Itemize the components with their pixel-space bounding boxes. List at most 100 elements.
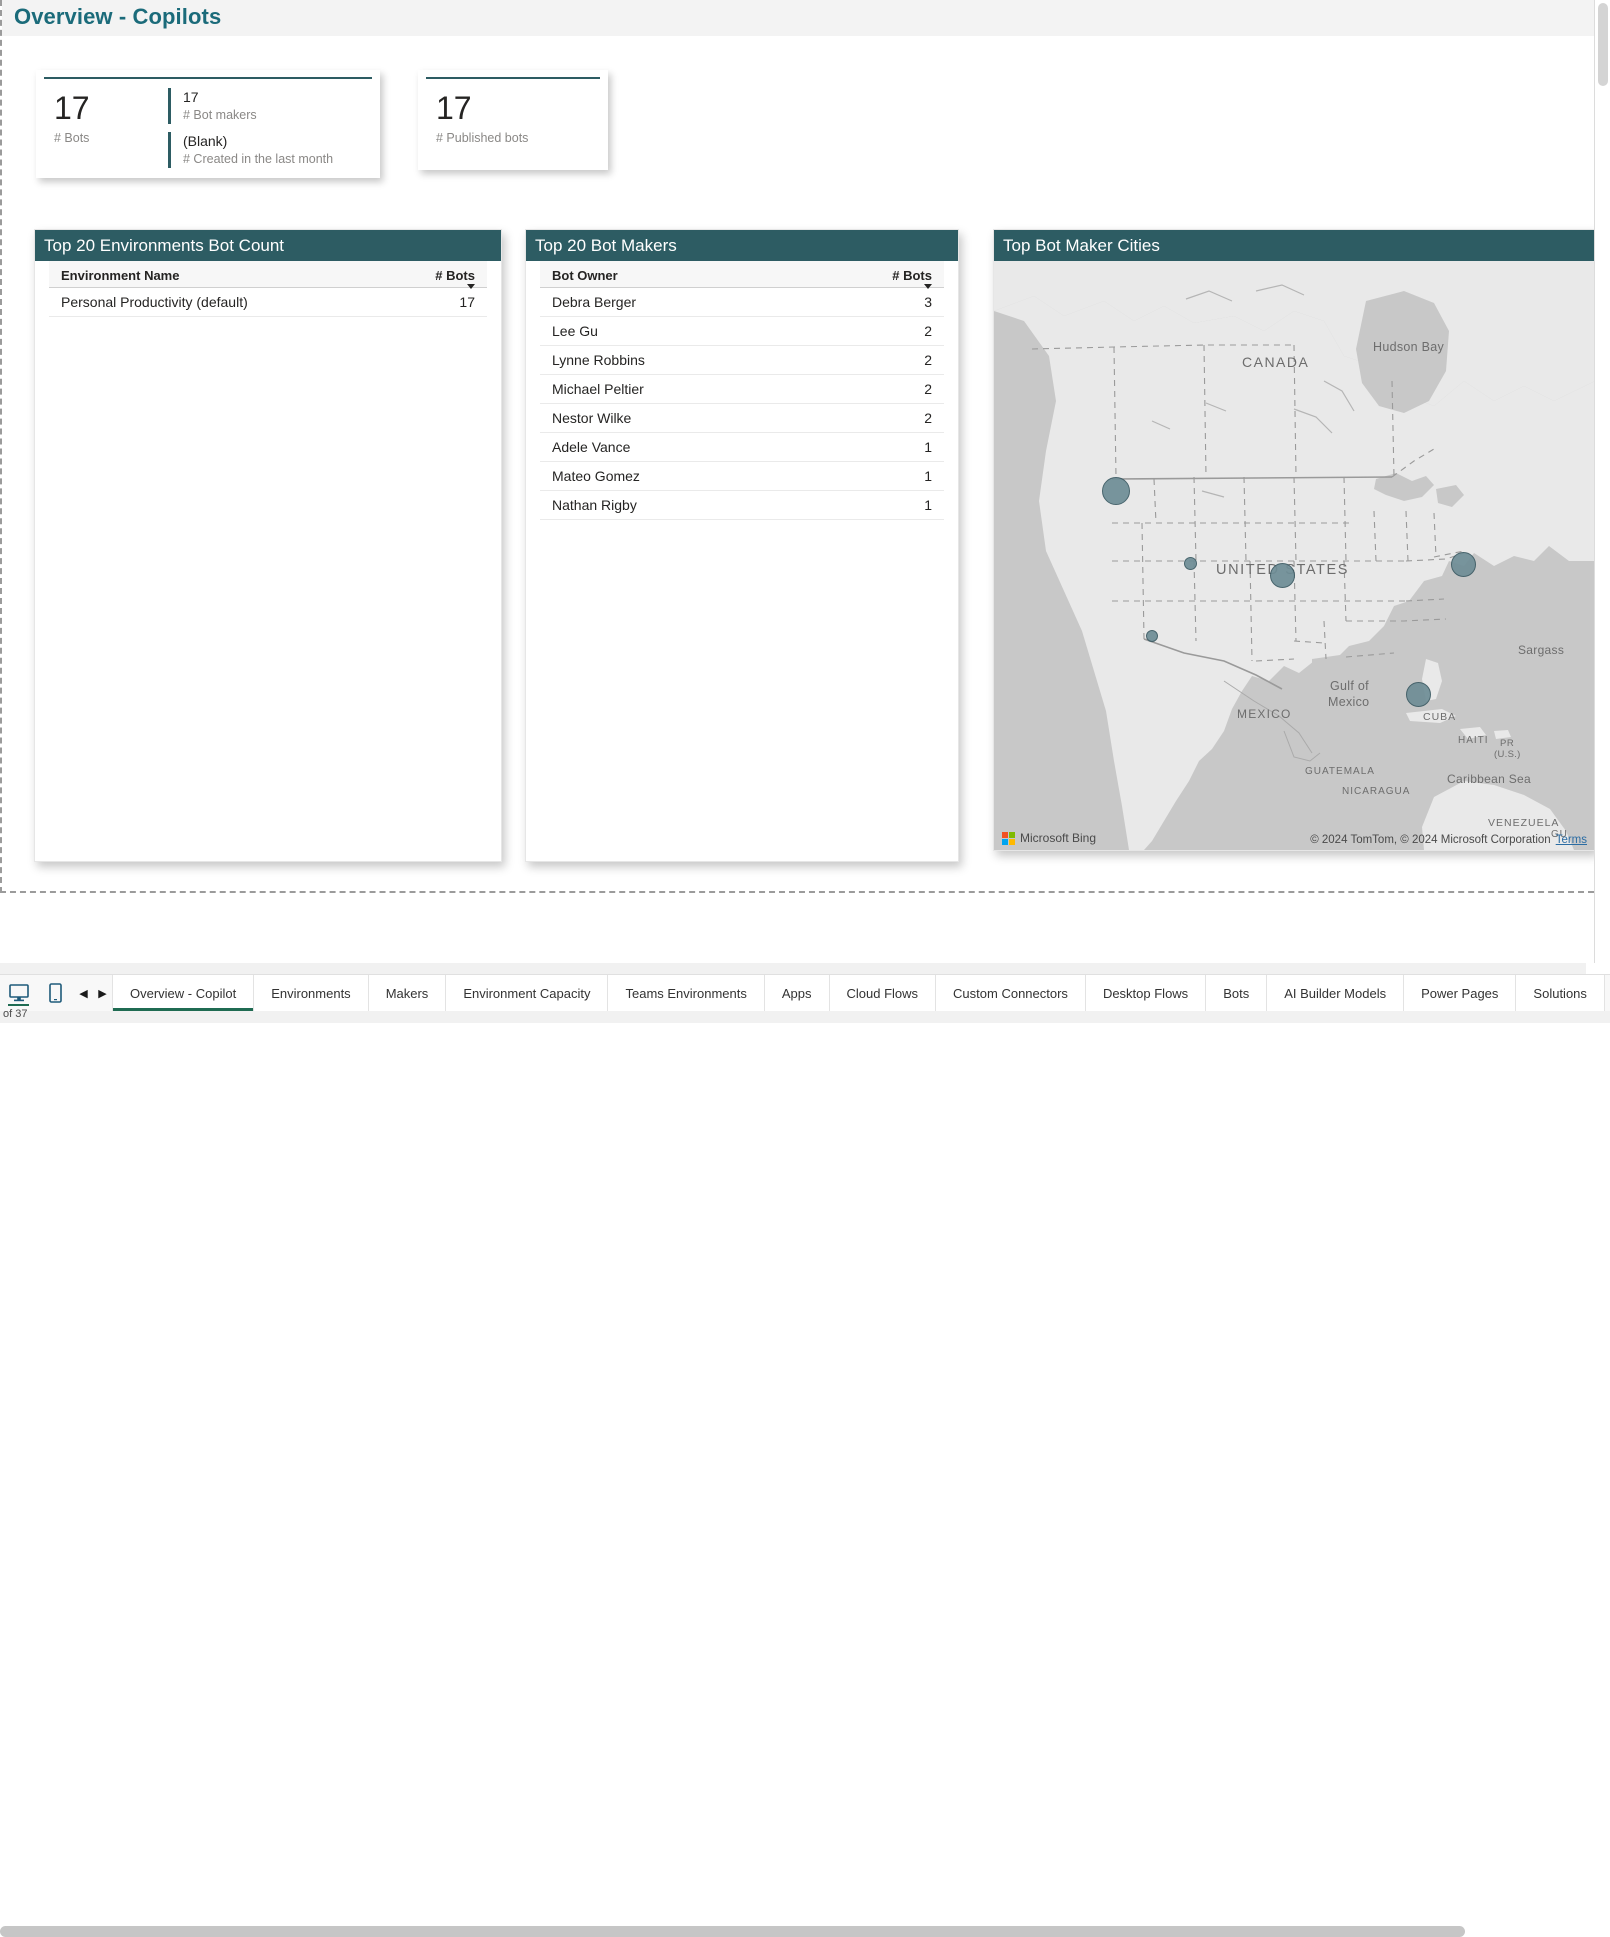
panel-environments-bot-count: Top 20 Environments Bot Count Environmen… <box>34 229 502 862</box>
environments-table-body: Personal Productivity (default) 17 <box>49 287 487 317</box>
table-row[interactable]: Debra Berger 3 <box>540 287 944 317</box>
map-attribution: © 2024 TomTom, © 2024 Microsoft Corporat… <box>1310 834 1587 846</box>
map-attribution-text: © 2024 TomTom, © 2024 Microsoft Corporat… <box>1310 834 1551 846</box>
page-title-band: Overview - Copilots <box>2 0 1596 36</box>
kpi-card-published-bots[interactable]: 17 # Published bots <box>418 70 608 170</box>
kpi-bot-makers[interactable]: 17 # Bot makers <box>168 88 257 124</box>
kpi-card-bots[interactable]: 17 # Bots 17 # Bot makers (Blank) # Crea… <box>36 70 380 178</box>
status-bar-text: of 37 <box>3 1008 28 1020</box>
microsoft-bing-logo[interactable]: Microsoft Bing <box>1002 831 1096 845</box>
cell-bot-owner: Michael Peltier <box>540 374 872 404</box>
cell-botmaker-bots: 2 <box>872 403 944 433</box>
view-desktop-active-underline <box>8 1003 29 1006</box>
sort-descending-icon <box>924 284 932 289</box>
status-bar: of 37 <box>0 1008 1610 1023</box>
previous-page-button[interactable]: ◀ <box>74 975 93 1011</box>
page-title: Overview - Copilots <box>14 4 222 29</box>
map-bubble-kansas[interactable] <box>1269 562 1295 588</box>
cell-bot-owner: Nestor Wilke <box>540 403 872 433</box>
botmakers-table: Bot Owner # Bots Debra Berger 3 Lee Gu 2 Lyn… <box>540 261 944 520</box>
report-tab-teams-environments[interactable]: Teams Environments <box>608 975 765 1011</box>
cell-environment-name: Personal Productivity (default) <box>49 287 409 317</box>
table-row[interactable]: Michael Peltier 2 <box>540 374 944 404</box>
col-botmaker-bots-label: # Bots <box>892 268 932 283</box>
table-row[interactable]: Lynne Robbins 2 <box>540 345 944 375</box>
bing-logo-icon <box>1002 831 1015 845</box>
environments-table-wrap: Environment Name # Bots Personal Product… <box>35 261 501 317</box>
cell-bot-owner: Lynne Robbins <box>540 345 872 375</box>
report-tab-makers[interactable]: Makers <box>368 975 447 1011</box>
map-canvas[interactable]: CANADA Hudson Bay UNITED STATES MEXICO Gulf … <box>994 261 1595 850</box>
report-canvas: Overview - Copilots 17 # Bots 17 # Bot m… <box>0 0 1596 893</box>
panel-bot-maker-cities: Top Bot Maker Cities CANADA Hudson Bay U… <box>993 229 1596 851</box>
cell-bot-owner: Debra Berger <box>540 287 872 317</box>
bing-logo-label: Microsoft Bing <box>1020 831 1097 845</box>
botmakers-table-body: Debra Berger 3 Lee Gu 2 Lynne Robbins 2 Michae… <box>540 287 944 520</box>
report-tab-custom-connectors[interactable]: Custom Connectors <box>936 975 1086 1011</box>
view-mobile-button[interactable] <box>37 975 74 1011</box>
map-bubble-denver[interactable] <box>1183 556 1197 570</box>
table-row[interactable]: Mateo Gomez 1 <box>540 461 944 491</box>
table-row[interactable]: Nestor Wilke 2 <box>540 403 944 433</box>
cell-botmaker-bots: 2 <box>872 345 944 375</box>
vertical-scrollbar-thumb[interactable] <box>1598 3 1608 86</box>
vertical-scrollbar-track[interactable] <box>1594 0 1610 963</box>
cell-botmaker-bots: 1 <box>872 461 944 491</box>
cell-botmaker-bots: 1 <box>872 432 944 462</box>
table-row[interactable]: Personal Productivity (default) 17 <box>49 287 487 317</box>
kpi-card-accent-line <box>44 77 372 79</box>
report-tab-apps[interactable]: Apps <box>764 975 830 1011</box>
map-terms-link[interactable]: Terms <box>1556 834 1587 846</box>
table-header-row: Bot Owner # Bots <box>540 261 944 289</box>
report-tab-solutions[interactable]: Solutions <box>1516 975 1605 1011</box>
cell-botmaker-bots: 3 <box>872 287 944 317</box>
cell-bot-owner: Lee Gu <box>540 316 872 346</box>
horizontal-scrollbar-track[interactable] <box>0 963 1586 1937</box>
report-tab-overview-copilot[interactable]: Overview - Copilot <box>112 975 255 1011</box>
map-geometry <box>994 261 1595 850</box>
panel-bot-makers-title: Top 20 Bot Makers <box>526 230 958 261</box>
map-bubble-san-diego[interactable] <box>1146 630 1158 642</box>
panel-bot-makers: Top 20 Bot Makers Bot Owner # Bots Debra… <box>525 229 959 862</box>
col-environment-name[interactable]: Environment Name <box>49 261 409 288</box>
environments-table: Environment Name # Bots Personal Product… <box>49 261 487 317</box>
table-row[interactable]: Lee Gu 2 <box>540 316 944 346</box>
report-tab-bots[interactable]: Bots <box>1206 975 1268 1011</box>
report-tab-ai-builder-models[interactable]: AI Builder Models <box>1267 975 1405 1011</box>
col-environment-bots[interactable]: # Bots <box>409 261 487 289</box>
kpi-created-last-month[interactable]: (Blank) # Created in the last month <box>168 132 333 168</box>
next-page-button[interactable]: ▶ <box>93 975 112 1011</box>
kpi-created-last-month-label: # Created in the last month <box>183 151 334 166</box>
panel-environments-title: Top 20 Environments Bot Count <box>35 230 501 261</box>
cell-bot-owner: Adele Vance <box>540 432 872 462</box>
report-tab-power-pages[interactable]: Power Pages <box>1404 975 1517 1011</box>
report-tab-cloud-flows[interactable]: Cloud Flows <box>829 975 937 1011</box>
map-bubble-seattle[interactable] <box>1102 477 1130 505</box>
map-bubble-new-york[interactable] <box>1450 551 1476 577</box>
col-bot-owner[interactable]: Bot Owner <box>540 261 872 288</box>
tabs-container: Overview - Copilot Environments Makers Envi… <box>112 975 1605 1011</box>
kpi-bots-value: 17 <box>54 90 90 126</box>
col-botmaker-bots[interactable]: # Bots <box>872 261 944 289</box>
map-bubble-miami[interactable] <box>1405 681 1431 707</box>
phone-icon <box>49 983 62 1003</box>
report-tab-environments[interactable]: Environments <box>254 975 369 1011</box>
table-row[interactable]: Nathan Rigby 1 <box>540 490 944 520</box>
cell-botmaker-bots: 2 <box>872 374 944 404</box>
report-tab-desktop-flows[interactable]: Desktop Flows <box>1085 975 1207 1011</box>
kpi-bot-makers-label: # Bot makers <box>183 107 257 122</box>
table-row[interactable]: Adele Vance 1 <box>540 432 944 462</box>
kpi-published-bots-value: 17 <box>436 90 472 126</box>
report-tab-environment-capacity[interactable]: Environment Capacity <box>446 975 609 1011</box>
botmakers-table-wrap: Bot Owner # Bots Debra Berger 3 Lee Gu 2 Lyn… <box>526 261 958 520</box>
view-desktop-button[interactable] <box>0 975 37 1011</box>
table-header-row: Environment Name # Bots <box>49 261 487 289</box>
desktop-icon <box>8 984 29 1002</box>
cell-environment-bots: 17 <box>409 287 487 317</box>
cell-botmaker-bots: 2 <box>872 316 944 346</box>
horizontal-scrollbar-thumb[interactable] <box>0 1926 1465 1937</box>
cell-bot-owner: Mateo Gomez <box>540 461 872 491</box>
cell-bot-owner: Nathan Rigby <box>540 490 872 520</box>
kpi-published-bots-label: # Published bots <box>436 131 529 145</box>
col-environment-bots-label: # Bots <box>435 268 475 283</box>
